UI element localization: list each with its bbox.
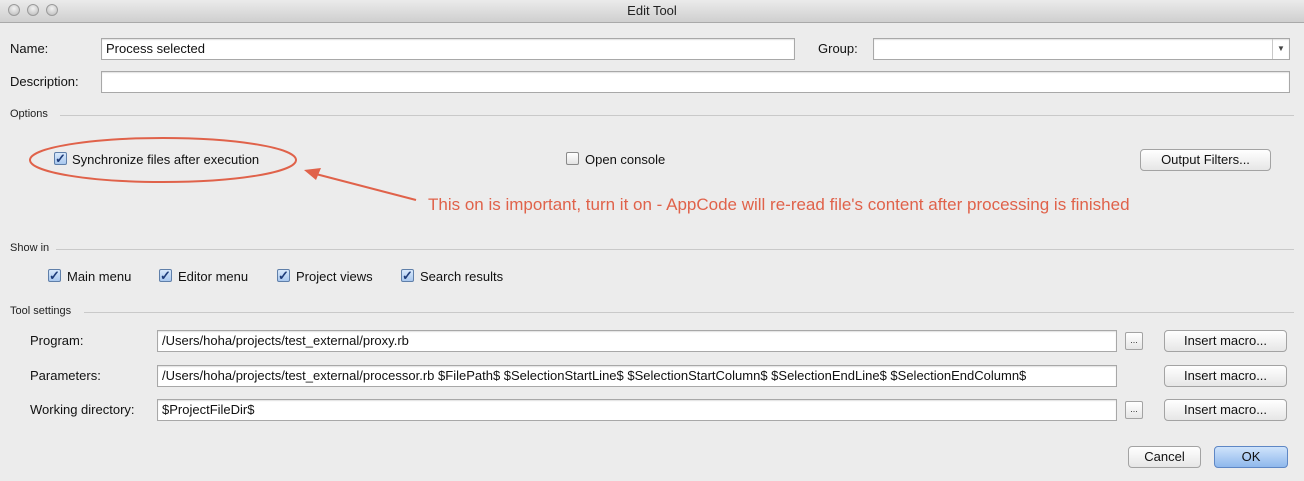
editor-menu-checkbox[interactable]: ✓ — [159, 269, 172, 282]
main-menu-label: Main menu — [67, 269, 132, 284]
main-menu-checkbox[interactable]: ✓ — [48, 269, 61, 282]
name-label: Name: — [10, 41, 49, 56]
checkmark-icon: ✓ — [402, 268, 413, 283]
parameters-insert-macro-button[interactable]: Insert macro... — [1164, 365, 1287, 387]
checkmark-icon: ✓ — [278, 268, 289, 283]
program-label: Program: — [30, 333, 84, 348]
group-combo[interactable]: ▼ — [873, 38, 1290, 60]
show-in-header: Show in — [10, 242, 50, 254]
project-views-label: Project views — [296, 269, 373, 284]
parameters-label: Parameters: — [30, 368, 101, 383]
description-field[interactable] — [101, 71, 1290, 93]
project-views-checkbox[interactable]: ✓ — [277, 269, 290, 282]
title-bar: Edit Tool — [0, 0, 1304, 23]
output-filters-button[interactable]: Output Filters... — [1140, 149, 1271, 171]
cancel-button[interactable]: Cancel — [1128, 446, 1201, 468]
name-field[interactable]: Process selected — [101, 38, 795, 60]
group-label: Group: — [818, 41, 858, 56]
description-label: Description: — [10, 74, 79, 89]
editor-menu-label: Editor menu — [178, 269, 249, 284]
working-directory-browse-button[interactable]: ... — [1125, 401, 1143, 419]
annotation-arrowhead — [304, 168, 321, 180]
tool-settings-header: Tool settings — [10, 305, 72, 317]
parameters-field[interactable]: /Users/hoha/projects/test_external/proce… — [157, 365, 1117, 387]
chevron-down-icon[interactable]: ▼ — [1272, 39, 1289, 59]
options-header: Options — [10, 108, 48, 120]
open-console-checkbox[interactable] — [566, 152, 579, 165]
tool-settings-divider — [84, 312, 1294, 313]
search-results-label: Search results — [420, 269, 504, 284]
sync-label: Synchronize files after execution — [72, 152, 260, 167]
working-directory-insert-macro-button[interactable]: Insert macro... — [1164, 399, 1287, 421]
show-in-divider — [56, 249, 1294, 250]
annotation-text: This on is important, turn it on - AppCo… — [428, 195, 1130, 214]
program-insert-macro-button[interactable]: Insert macro... — [1164, 330, 1287, 352]
checkmark-icon: ✓ — [55, 151, 66, 166]
options-divider — [60, 115, 1294, 116]
working-directory-field[interactable]: $ProjectFileDir$ — [157, 399, 1117, 421]
program-browse-button[interactable]: ... — [1125, 332, 1143, 350]
window-title: Edit Tool — [627, 3, 677, 18]
checkmark-icon: ✓ — [160, 268, 171, 283]
open-console-label: Open console — [585, 152, 666, 167]
checkmark-icon: ✓ — [49, 268, 60, 283]
annotation-arrow-line — [311, 172, 417, 201]
sync-checkbox[interactable]: ✓ — [54, 152, 67, 165]
search-results-checkbox[interactable]: ✓ — [401, 269, 414, 282]
program-field[interactable]: /Users/hoha/projects/test_external/proxy… — [157, 330, 1117, 352]
ok-button[interactable]: OK — [1214, 446, 1288, 468]
working-directory-label: Working directory: — [30, 402, 135, 417]
